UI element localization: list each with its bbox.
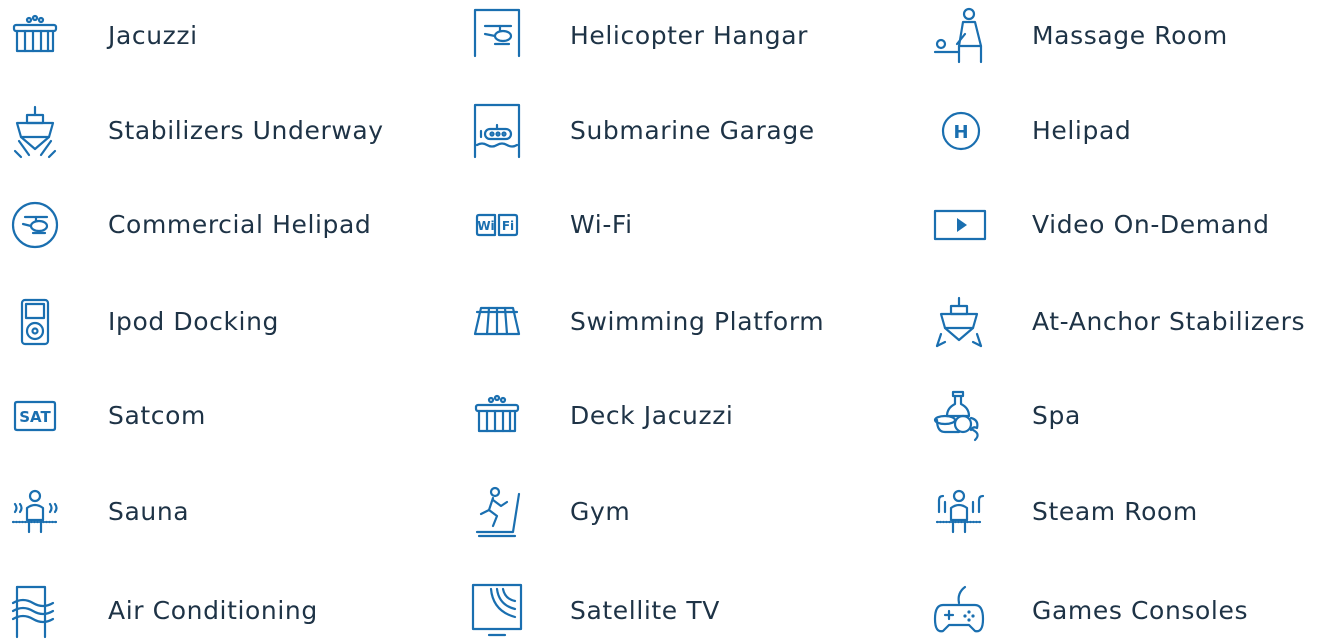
amenity-games-consoles: Games Consoles [924, 581, 1339, 641]
amenity-label: Deck Jacuzzi [570, 401, 734, 430]
helicopter-hangar-icon [462, 6, 532, 66]
amenity-label: Helicopter Hangar [570, 21, 809, 50]
amenity-wifi: Wi Fi Wi-Fi [462, 195, 892, 255]
wifi-badge-left: Wi [477, 219, 494, 233]
amenity-label: Games Consoles [1032, 596, 1249, 625]
steam-room-icon [924, 482, 994, 542]
deck-jacuzzi-icon [462, 386, 532, 446]
wifi-icon: Wi Fi [462, 195, 532, 255]
stabilizers-underway-icon [0, 101, 70, 161]
amenity-submarine-garage: Submarine Garage [462, 101, 892, 161]
satcom-badge-text: SAT [19, 408, 51, 426]
amenity-air-conditioning: Air Conditioning [0, 581, 430, 641]
amenity-label: Satellite TV [570, 596, 720, 625]
amenity-steam-room: Steam Room [924, 482, 1339, 542]
amenity-label: Steam Room [1032, 497, 1198, 526]
submarine-icon [462, 101, 532, 161]
amenity-jacuzzi: Jacuzzi [0, 6, 430, 66]
amenity-label: Sauna [108, 497, 190, 526]
amenity-label: Satcom [108, 401, 206, 430]
amenity-commercial-helipad: Commercial Helipad [0, 195, 430, 255]
massage-icon [924, 6, 994, 66]
at-anchor-stabilizers-icon [924, 292, 994, 352]
satcom-icon: SAT [0, 386, 70, 446]
amenity-label: Wi-Fi [570, 210, 633, 239]
amenity-spa: Spa [924, 386, 1339, 446]
amenities-grid: Jacuzzi Stabilizers Underway Commercial … [0, 0, 1339, 641]
amenity-label: Swimming Platform [570, 307, 825, 336]
amenity-label: Submarine Garage [570, 116, 815, 145]
amenity-gym: Gym [462, 482, 892, 542]
amenity-sauna: Sauna [0, 482, 430, 542]
amenity-satcom: SAT Satcom [0, 386, 430, 446]
amenity-satellite-tv: Satellite TV [462, 581, 892, 641]
amenity-label: At-Anchor Stabilizers [1032, 307, 1306, 336]
video-on-demand-icon [924, 195, 994, 255]
amenity-helipad: H Helipad [924, 101, 1339, 161]
commercial-helipad-icon [0, 195, 70, 255]
gamepad-icon [924, 581, 994, 641]
spa-icon [924, 386, 994, 446]
amenity-label: Commercial Helipad [108, 210, 372, 239]
amenity-label: Gym [570, 497, 631, 526]
sauna-icon [0, 482, 70, 542]
amenity-stabilizers-underway: Stabilizers Underway [0, 101, 430, 161]
amenity-label: Video On-Demand [1032, 210, 1270, 239]
helipad-icon: H [924, 101, 994, 161]
gym-icon [462, 482, 532, 542]
ipod-icon [0, 292, 70, 352]
amenity-label: Helipad [1032, 116, 1132, 145]
amenity-at-anchor-stabilizers: At-Anchor Stabilizers [924, 292, 1339, 352]
amenity-massage-room: Massage Room [924, 6, 1339, 66]
amenity-helicopter-hangar: Helicopter Hangar [462, 6, 892, 66]
jacuzzi-icon [0, 6, 70, 66]
amenity-label: Air Conditioning [108, 596, 318, 625]
amenity-label: Jacuzzi [108, 21, 198, 50]
swimming-platform-icon [462, 292, 532, 352]
amenity-label: Ipod Docking [108, 307, 279, 336]
helipad-badge-text: H [953, 122, 968, 143]
amenity-video-on-demand: Video On-Demand [924, 195, 1339, 255]
amenity-label: Massage Room [1032, 21, 1228, 50]
satellite-tv-icon [462, 581, 532, 641]
air-conditioning-icon [0, 581, 70, 641]
amenity-swimming-platform: Swimming Platform [462, 292, 892, 352]
wifi-badge-right: Fi [502, 219, 514, 233]
amenity-deck-jacuzzi: Deck Jacuzzi [462, 386, 892, 446]
amenity-ipod-docking: Ipod Docking [0, 292, 430, 352]
amenity-label: Stabilizers Underway [108, 116, 384, 145]
amenity-label: Spa [1032, 401, 1081, 430]
